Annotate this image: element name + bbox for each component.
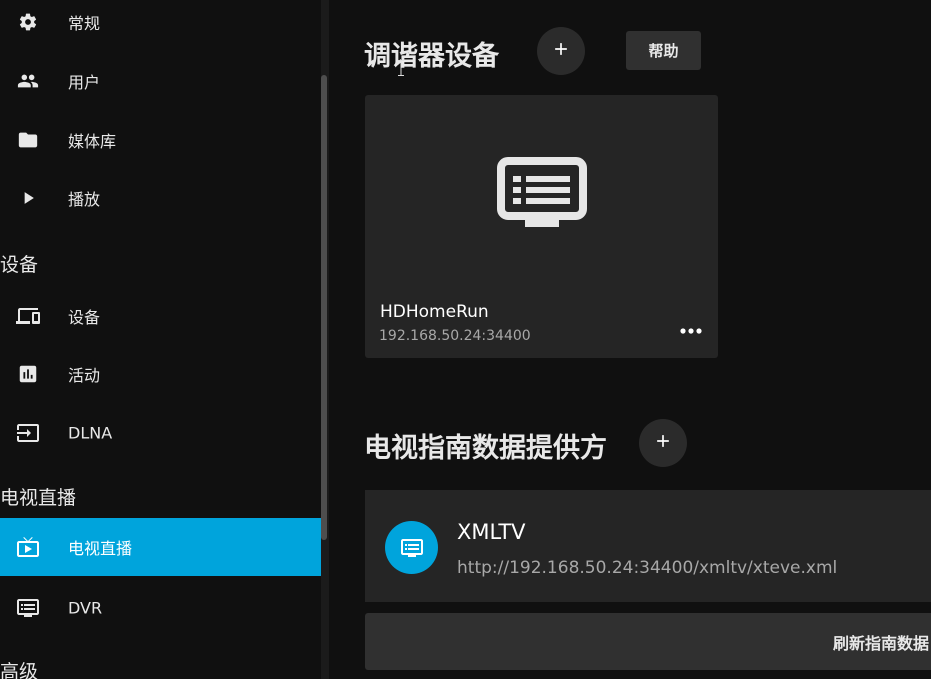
dvr-icon	[385, 521, 438, 574]
gear-icon	[16, 10, 40, 34]
dvr-icon	[16, 596, 40, 620]
tv-guide-icon	[497, 157, 587, 227]
folder-icon	[16, 128, 40, 152]
sidebar-item-label: DVR	[68, 598, 103, 618]
sidebar-item-label: 用户	[68, 73, 101, 92]
devices-icon	[16, 304, 40, 328]
sidebar-item-playback[interactable]: 播放	[0, 169, 321, 227]
sidebar-item-dvr[interactable]: DVR	[0, 579, 321, 637]
plus-icon	[551, 39, 571, 63]
sidebar-item-activity[interactable]: 活动	[0, 345, 321, 403]
sidebar-item-label: 媒体库	[68, 132, 117, 151]
section-header-devices: 设备	[0, 254, 39, 276]
sidebar-item-devices[interactable]: 设备	[0, 287, 321, 345]
provider-name: XMLTV	[457, 520, 526, 544]
provider-url: http://192.168.50.24:34400/xmltv/xteve.x…	[457, 558, 838, 578]
refresh-guide-button[interactable]: 刷新指南数据	[365, 613, 931, 670]
device-name: HDHomeRun	[380, 302, 489, 322]
sidebar-scrollbar-thumb[interactable]	[321, 75, 327, 540]
sidebar-item-label: DLNA	[68, 423, 113, 443]
sidebar-item-library[interactable]: 媒体库	[0, 111, 321, 169]
section-header-livetv: 电视直播	[0, 487, 77, 509]
sidebar-item-label: 电视直播	[68, 539, 133, 558]
section-header-advanced: 高级	[0, 661, 39, 679]
sidebar-item-label: 设备	[68, 308, 101, 327]
guide-provider-item[interactable]: XMLTV http://192.168.50.24:34400/xmltv/x…	[365, 490, 931, 602]
add-guide-provider-button[interactable]	[639, 419, 687, 467]
sidebar-item-livetv[interactable]: 电视直播	[0, 518, 321, 576]
people-icon	[16, 69, 40, 93]
plus-icon	[653, 431, 673, 455]
app-window: 常规 用户 媒体库 播放 设备 设备 活动 DLNA 电视直播 电视直播 DVR…	[0, 0, 931, 679]
sidebar: 常规 用户 媒体库 播放 设备 设备 活动 DLNA 电视直播 电视直播 DVR…	[0, 0, 321, 679]
help-button[interactable]: 帮助	[626, 31, 701, 70]
add-tuner-button[interactable]	[537, 27, 585, 75]
sidebar-item-label: 常规	[68, 14, 101, 33]
tuner-devices-title: 调谐器设备	[364, 41, 499, 72]
refresh-guide-label: 刷新指南数据	[832, 633, 929, 653]
sidebar-item-dlna[interactable]: DLNA	[0, 404, 321, 462]
more-horizontal-icon	[679, 320, 703, 339]
tuner-device-card[interactable]: HDHomeRun 192.168.50.24:34400	[365, 95, 718, 358]
sidebar-item-users[interactable]: 用户	[0, 52, 321, 110]
device-more-button[interactable]	[671, 315, 711, 343]
chart-icon	[16, 362, 40, 386]
input-icon	[16, 421, 40, 445]
play-icon	[16, 186, 40, 210]
text-cursor-icon	[398, 60, 404, 76]
device-address: 192.168.50.24:34400	[379, 328, 531, 344]
main-content: 调谐器设备 帮助 HDHomeRun 192.168.50.24:34400 电…	[329, 0, 931, 679]
sidebar-item-label: 播放	[68, 190, 101, 209]
sidebar-item-general[interactable]: 常规	[0, 0, 321, 51]
sidebar-item-label: 活动	[68, 366, 101, 385]
guide-providers-title: 电视指南数据提供方	[364, 433, 607, 464]
live-tv-icon	[16, 535, 40, 559]
